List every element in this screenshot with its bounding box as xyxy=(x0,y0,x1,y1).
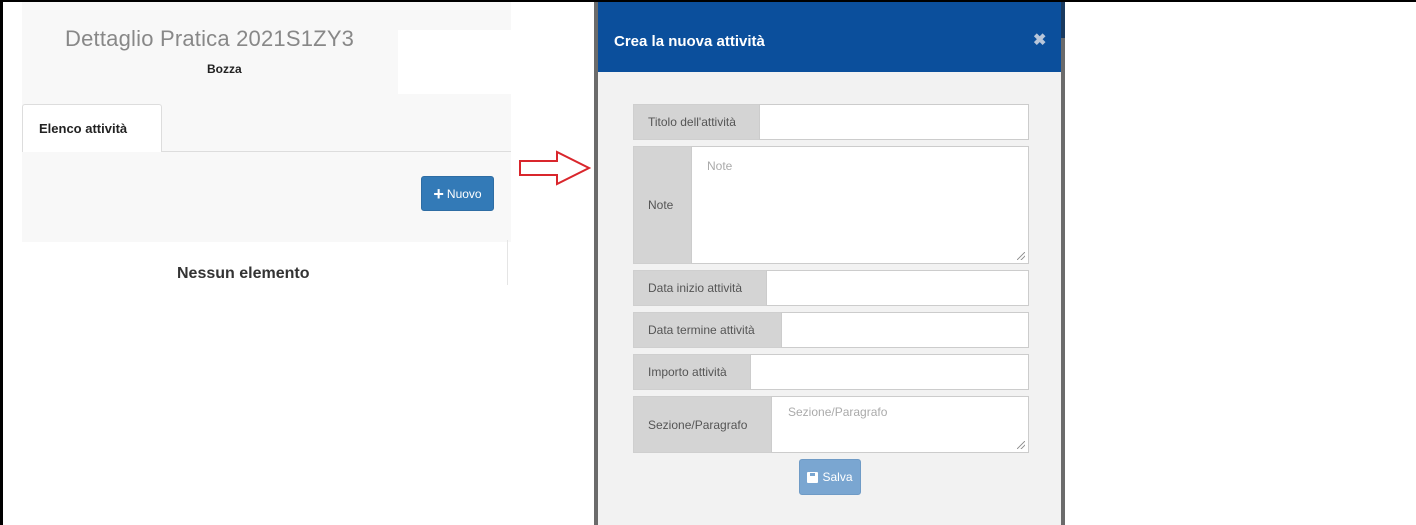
notes-field-group: Note Note xyxy=(633,146,1029,264)
new-activity-button[interactable]: + Nuovo xyxy=(421,176,494,211)
section-label: Sezione/Paragrafo xyxy=(633,396,771,453)
start-date-label: Data inizio attività xyxy=(633,270,766,306)
plus-icon: + xyxy=(433,183,444,204)
save-button[interactable]: Salva xyxy=(799,459,861,495)
title-field-label: Titolo dell'attività xyxy=(633,104,759,140)
section-textarea[interactable]: Sezione/Paragrafo xyxy=(771,396,1029,453)
title-input[interactable] xyxy=(759,104,1029,140)
notes-textarea[interactable]: Note xyxy=(691,146,1029,264)
new-activity-button-label: Nuovo xyxy=(446,186,482,201)
notes-placeholder: Note xyxy=(707,159,733,173)
modal-header-shadow xyxy=(1061,2,1065,38)
tab-elenco-attivita-label: Elenco attività xyxy=(39,121,128,136)
modal-title: Crea la nuova attività xyxy=(614,33,765,50)
status-label: Bozza xyxy=(207,62,242,76)
section-placeholder: Sezione/Paragrafo xyxy=(788,405,888,419)
page-title: Dettaglio Pratica 2021S1ZY3 xyxy=(65,26,355,51)
modal-header-top xyxy=(598,2,1061,14)
floppy-disk-icon xyxy=(807,471,819,483)
amount-field-group: Importo attività xyxy=(633,354,1029,390)
end-date-input[interactable] xyxy=(781,312,1029,348)
red-arrow-icon xyxy=(519,150,591,186)
resize-grip-icon[interactable] xyxy=(1017,441,1025,449)
resize-grip-icon[interactable] xyxy=(1017,252,1025,260)
empty-list-message: Nessun elemento xyxy=(177,265,310,282)
start-date-input[interactable] xyxy=(766,270,1029,306)
title-field-group: Titolo dell'attività xyxy=(633,104,1029,140)
save-button-label: Salva xyxy=(822,470,853,484)
close-icon[interactable]: ✖ xyxy=(1033,30,1046,50)
start-date-field-group: Data inizio attività xyxy=(633,270,1029,306)
screenshot-border-left xyxy=(0,0,3,525)
notes-field-label: Note xyxy=(633,146,691,264)
header-white-block xyxy=(398,30,511,84)
content-divider xyxy=(507,240,508,285)
section-field-group: Sezione/Paragrafo Sezione/Paragrafo xyxy=(633,396,1029,453)
amount-label: Importo attività xyxy=(633,354,750,390)
end-date-label: Data termine attività xyxy=(633,312,781,348)
amount-input[interactable] xyxy=(750,354,1029,390)
end-date-field-group: Data termine attività xyxy=(633,312,1029,348)
